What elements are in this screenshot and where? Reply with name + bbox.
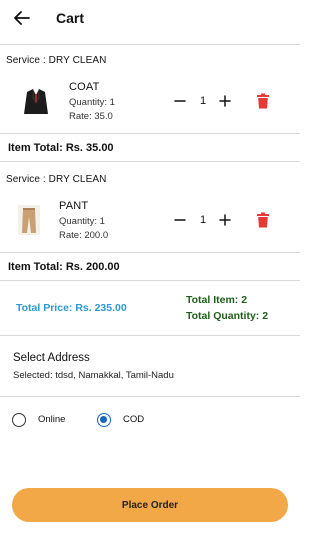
service-label: Service : DRY CLEAN	[6, 55, 107, 66]
radio-label-online[interactable]: Online	[38, 414, 65, 425]
address-title[interactable]: Select Address	[13, 352, 90, 364]
plus-icon[interactable]	[218, 213, 232, 227]
selected-address: Selected: tdsd, Namakkal, Tamil-Nadu	[13, 370, 174, 381]
back-arrow-icon[interactable]	[12, 8, 32, 28]
pant-image	[18, 205, 40, 235]
item-rate: Rate: 35.0	[69, 111, 113, 122]
item-quantity: Quantity: 1	[69, 97, 115, 108]
minus-icon[interactable]	[173, 94, 187, 108]
total-item: Total Item: 2	[186, 294, 248, 306]
item-name: COAT	[69, 81, 100, 93]
item-quantity: Quantity: 1	[59, 216, 105, 227]
radio-cod[interactable]	[97, 413, 111, 427]
minus-icon[interactable]	[173, 213, 187, 227]
divider	[0, 396, 300, 397]
item-total: Item Total: Rs. 200.00	[8, 261, 120, 273]
divider	[0, 335, 300, 336]
quantity-value: 1	[199, 214, 207, 226]
coat-image	[24, 89, 48, 114]
place-order-button[interactable]: Place Order	[12, 488, 288, 522]
item-total: Item Total: Rs. 35.00	[8, 142, 114, 154]
trash-icon[interactable]	[256, 212, 270, 228]
page-title: Cart	[56, 10, 85, 26]
radio-label-cod[interactable]: COD	[123, 414, 144, 425]
item-rate: Rate: 200.0	[59, 230, 109, 241]
divider	[0, 44, 300, 45]
plus-icon[interactable]	[218, 94, 232, 108]
app-bar: Cart	[0, 0, 300, 38]
divider	[0, 252, 300, 253]
radio-online[interactable]	[12, 413, 26, 427]
total-price: Total Price: Rs. 235.00	[16, 302, 127, 314]
quantity-value: 1	[199, 95, 207, 107]
trash-icon[interactable]	[256, 93, 270, 109]
divider	[0, 133, 300, 134]
total-quantity: Total Quantity: 2	[186, 310, 269, 322]
service-label: Service : DRY CLEAN	[6, 174, 107, 185]
divider	[0, 161, 300, 162]
divider	[0, 280, 300, 281]
item-name: PANT	[59, 200, 89, 212]
